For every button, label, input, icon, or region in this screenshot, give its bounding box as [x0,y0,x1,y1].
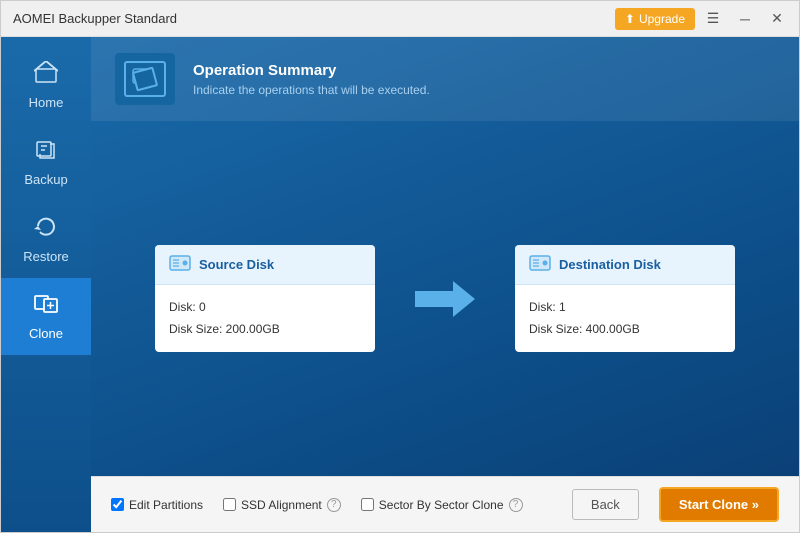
bottom-bar: Edit Partitions SSD Alignment ? Sector B… [91,476,799,532]
sidebar: Home Backup Restore Clone [1,37,91,532]
destination-disk-title: Destination Disk [559,257,661,272]
sidebar-item-backup[interactable]: Backup [1,124,91,201]
backup-icon [34,138,58,166]
ssd-alignment-input[interactable] [223,498,236,511]
clone-arrow-icon [415,277,475,321]
content-area: Operation Summary Indicate the operation… [91,37,799,532]
source-disk-icon [169,255,191,274]
op-text-block: Operation Summary Indicate the operation… [193,62,430,97]
restore-icon [34,215,58,243]
main-layout: Home Backup Restore Clone [1,37,799,532]
back-button[interactable]: Back [572,489,639,520]
edit-partitions-input[interactable] [111,498,124,511]
edit-partitions-label: Edit Partitions [129,498,203,512]
sidebar-item-restore[interactable]: Restore [1,201,91,278]
app-window: AOMEI Backupper Standard ⬆ Upgrade ☰ ─ ✕… [0,0,800,533]
source-disk-number: Disk: 0 [169,297,361,319]
sidebar-item-home[interactable]: Home [1,47,91,124]
source-disk-card: Source Disk Disk: 0 Disk Size: 200.00GB [155,245,375,352]
sidebar-item-clone[interactable]: Clone [1,278,91,355]
source-disk-header: Source Disk [155,245,375,285]
app-title: AOMEI Backupper Standard [13,11,177,26]
destination-disk-size: Disk Size: 400.00GB [529,319,721,341]
menu-button[interactable]: ☰ [699,7,727,31]
destination-disk-header: Destination Disk [515,245,735,285]
disk-area: Source Disk Disk: 0 Disk Size: 200.00GB [91,121,799,476]
sector-by-sector-help-icon[interactable]: ? [509,498,523,512]
op-title: Operation Summary [193,62,430,79]
sector-by-sector-input[interactable] [361,498,374,511]
ssd-alignment-checkbox[interactable]: SSD Alignment ? [223,498,341,512]
close-button[interactable]: ✕ [763,7,791,31]
op-icon [124,61,166,97]
arrow-container [415,277,475,321]
sector-by-sector-checkbox[interactable]: Sector By Sector Clone ? [361,498,523,512]
sidebar-restore-label: Restore [23,249,69,264]
ssd-alignment-help-icon[interactable]: ? [327,498,341,512]
destination-disk-number: Disk: 1 [529,297,721,319]
minimize-button[interactable]: ─ [731,7,759,31]
sidebar-backup-label: Backup [24,172,67,187]
op-icon-box [115,53,175,105]
titlebar-controls: ⬆ Upgrade ☰ ─ ✕ [615,7,791,31]
titlebar: AOMEI Backupper Standard ⬆ Upgrade ☰ ─ ✕ [1,1,799,37]
upgrade-button[interactable]: ⬆ Upgrade [615,8,695,30]
sector-by-sector-label: Sector By Sector Clone [379,498,504,512]
upgrade-icon: ⬆ [625,12,635,26]
source-disk-size: Disk Size: 200.00GB [169,319,361,341]
operation-summary-header: Operation Summary Indicate the operation… [91,37,799,121]
clone-icon [34,292,58,320]
upgrade-label: Upgrade [639,12,685,26]
start-clone-button[interactable]: Start Clone » [659,487,779,522]
source-disk-title: Source Disk [199,257,274,272]
destination-disk-body: Disk: 1 Disk Size: 400.00GB [515,285,735,352]
home-icon [34,61,58,89]
ssd-alignment-label: SSD Alignment [241,498,322,512]
op-description: Indicate the operations that will be exe… [193,83,430,97]
sidebar-clone-label: Clone [29,326,63,341]
edit-partitions-checkbox[interactable]: Edit Partitions [111,498,203,512]
destination-disk-icon [529,255,551,274]
source-disk-body: Disk: 0 Disk Size: 200.00GB [155,285,375,352]
sidebar-home-label: Home [29,95,64,110]
destination-disk-card: Destination Disk Disk: 1 Disk Size: 400.… [515,245,735,352]
